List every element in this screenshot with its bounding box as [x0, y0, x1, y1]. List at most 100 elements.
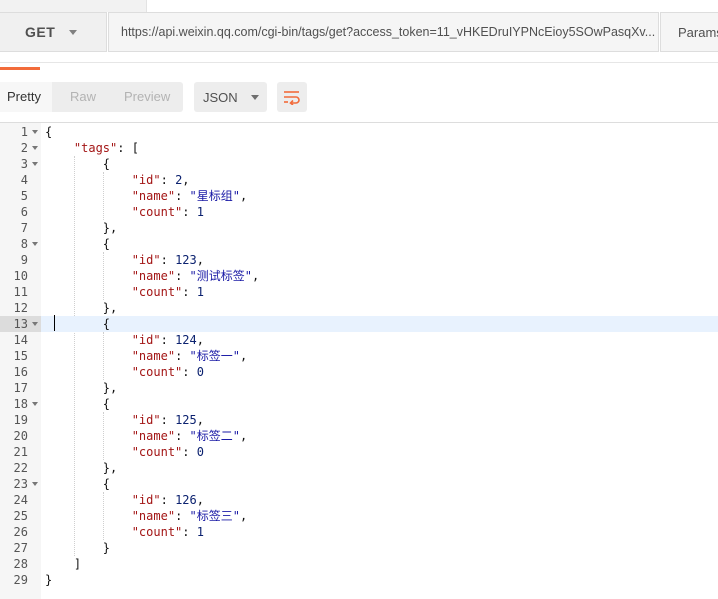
fold-arrow-icon[interactable]	[32, 482, 38, 486]
method-label: GET	[25, 24, 56, 40]
params-label: Params	[678, 24, 718, 40]
code-line[interactable]: 14 "id": 124,	[0, 332, 718, 348]
code-line[interactable]: 27 }	[0, 540, 718, 556]
fold-arrow-icon[interactable]	[32, 130, 38, 134]
line-number: 11	[13, 285, 28, 299]
code-text: "id": 125,	[131, 413, 204, 427]
code-text: },	[45, 221, 118, 235]
code-text: "count": 1	[131, 285, 204, 299]
code-text: "name": "标签二",	[131, 429, 248, 443]
line-number: 22	[13, 461, 28, 475]
active-tab-indicator	[0, 67, 40, 70]
response-body-editor[interactable]: 1{2 "tags": [3 {4 "id": 2, 5 "name": "星标组…	[0, 123, 718, 599]
code-text: "tags": [	[73, 141, 139, 155]
code-text: "name": "标签三",	[131, 509, 248, 523]
code-text: "count": 0	[131, 365, 204, 379]
line-number: 29	[13, 573, 28, 587]
line-number: 10	[13, 269, 28, 283]
code-line[interactable]: 17 },	[0, 380, 718, 396]
request-tab[interactable]	[0, 0, 147, 12]
code-line[interactable]: 9 "id": 123,	[0, 252, 718, 268]
code-text: ]	[45, 557, 82, 571]
code-line[interactable]: 29}	[0, 572, 718, 588]
format-select[interactable]: JSON	[194, 82, 267, 112]
code-line[interactable]: 8 {	[0, 236, 718, 252]
fold-arrow-icon[interactable]	[32, 146, 38, 150]
line-number: 9	[20, 253, 28, 267]
method-select[interactable]: GET	[0, 12, 107, 52]
params-button[interactable]: Params	[660, 12, 718, 52]
code-line[interactable]: 24 "id": 126,	[0, 492, 718, 508]
fold-arrow-icon[interactable]	[32, 402, 38, 406]
code-line[interactable]: 11 "count": 1	[0, 284, 718, 300]
line-number: 7	[20, 221, 28, 235]
request-divider	[0, 62, 718, 63]
line-number: 21	[13, 445, 28, 459]
code-text: "id": 123,	[131, 253, 204, 267]
code-text: },	[45, 301, 118, 315]
code-text: },	[45, 461, 118, 475]
code-text: {	[45, 157, 111, 171]
code-text: },	[45, 381, 118, 395]
url-input[interactable]: https://api.weixin.qq.com/cgi-bin/tags/g…	[108, 12, 659, 52]
fold-arrow-icon[interactable]	[32, 322, 38, 326]
code-line[interactable]: 1{	[0, 124, 718, 140]
fold-arrow-icon[interactable]	[32, 162, 38, 166]
line-number: 14	[13, 333, 28, 347]
code-line[interactable]: 28 ]	[0, 556, 718, 572]
code-line[interactable]: 26 "count": 1	[0, 524, 718, 540]
code-line[interactable]: 21 "count": 0	[0, 444, 718, 460]
code-text: "name": "测试标签",	[131, 269, 260, 283]
code-line[interactable]: 10 "name": "测试标签",	[0, 268, 718, 284]
code-line[interactable]: 20 "name": "标签二",	[0, 428, 718, 444]
code-line[interactable]: 12 },	[0, 300, 718, 316]
url-text: https://api.weixin.qq.com/cgi-bin/tags/g…	[121, 25, 656, 39]
line-number: 12	[13, 301, 28, 315]
fold-arrow-icon[interactable]	[32, 242, 38, 246]
view-raw-button[interactable]: Raw	[70, 82, 96, 112]
view-pretty-button[interactable]: Pretty	[0, 82, 52, 112]
code-line[interactable]: 2 "tags": [	[0, 140, 718, 156]
code-line[interactable]: 16 "count": 0	[0, 364, 718, 380]
code-text: {	[45, 237, 111, 251]
code-text: }	[45, 541, 111, 555]
code-line[interactable]: 23 {	[0, 476, 718, 492]
code-line[interactable]: 4 "id": 2,	[0, 172, 718, 188]
request-bar: GET https://api.weixin.qq.com/cgi-bin/ta…	[0, 0, 718, 62]
code-line[interactable]: 22 },	[0, 460, 718, 476]
code-text: {	[45, 397, 111, 411]
code-text: "count": 0	[131, 445, 204, 459]
format-label: JSON	[203, 89, 238, 105]
line-number: 15	[13, 349, 28, 363]
line-number: 5	[20, 189, 28, 203]
line-number: 6	[20, 205, 28, 219]
code-line[interactable]: 15 "name": "标签一",	[0, 348, 718, 364]
line-number: 27	[13, 541, 28, 555]
wrap-lines-button[interactable]	[277, 82, 307, 112]
code-text: "count": 1	[131, 205, 204, 219]
request-tabs-strip	[0, 0, 718, 12]
line-number: 4	[20, 173, 28, 187]
view-preview-button[interactable]: Preview	[124, 82, 170, 112]
code-text: "id": 124,	[131, 333, 204, 347]
code-text: }	[45, 573, 53, 587]
code-line[interactable]: 18 {	[0, 396, 718, 412]
code-text: "name": "星标组",	[131, 189, 248, 203]
view-mode-group: Pretty Raw Preview	[0, 82, 183, 112]
response-toolbar: Pretty Raw Preview JSON	[0, 73, 718, 123]
code-line[interactable]: 13 {	[0, 316, 718, 332]
code-text: "count": 1	[131, 525, 204, 539]
line-number: 19	[13, 413, 28, 427]
code-line[interactable]: 25 "name": "标签三",	[0, 508, 718, 524]
code-text: {	[45, 477, 111, 491]
code-line[interactable]: 19 "id": 125,	[0, 412, 718, 428]
code-line[interactable]: 7 },	[0, 220, 718, 236]
code-line[interactable]: 3 {	[0, 156, 718, 172]
code-text: "name": "标签一",	[131, 349, 248, 363]
code-line[interactable]: 5 "name": "星标组",	[0, 188, 718, 204]
text-cursor	[54, 315, 55, 331]
text-wrap-icon	[284, 91, 300, 105]
code-line[interactable]: 6 "count": 1	[0, 204, 718, 220]
line-number: 16	[13, 365, 28, 379]
line-number: 17	[13, 381, 28, 395]
